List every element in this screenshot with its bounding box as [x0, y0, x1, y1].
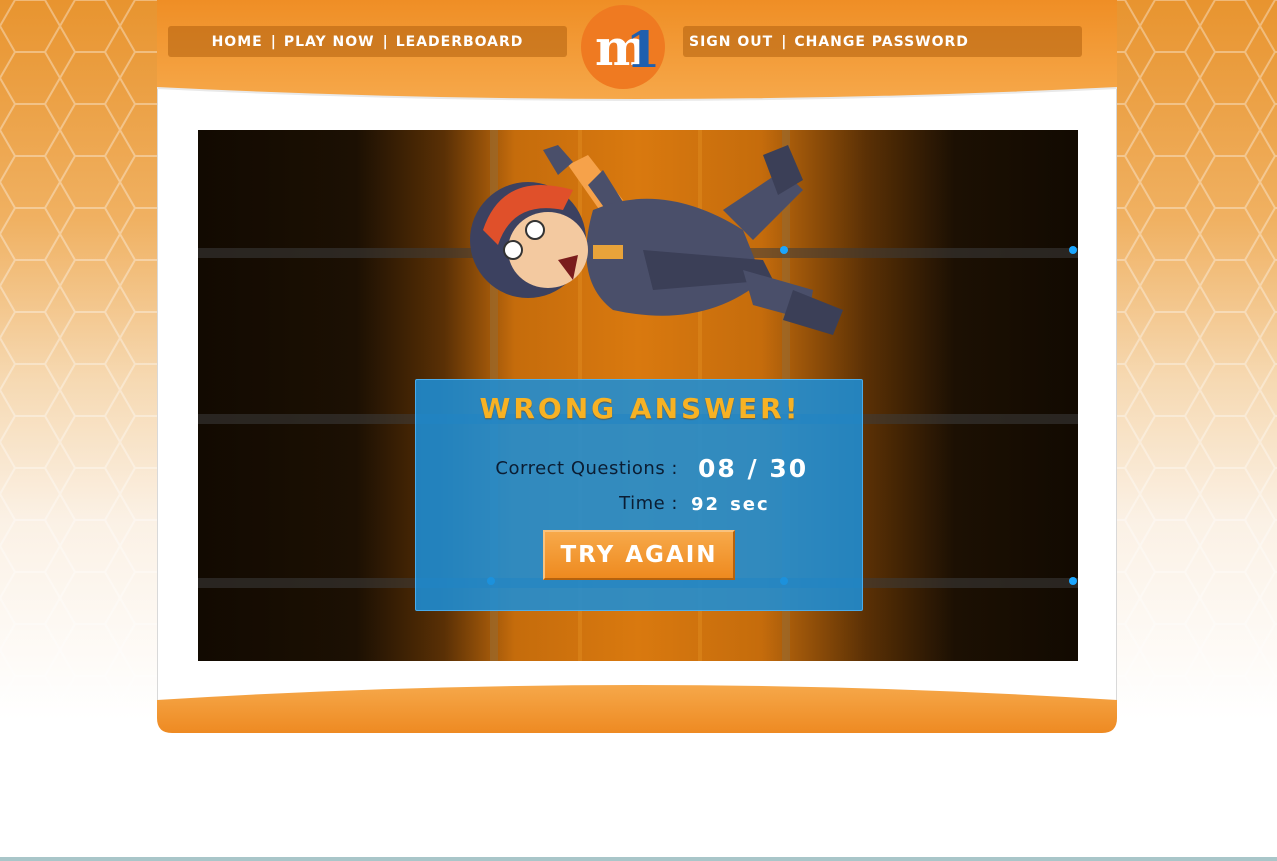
result-title: WRONG ANSWER!: [479, 392, 801, 425]
time-label: Time :: [619, 493, 678, 514]
time-value-group: 92 sec: [691, 494, 770, 515]
nav-leaderboard-link[interactable]: LEADERBOARD: [396, 34, 524, 50]
footer-banner: [157, 685, 1117, 733]
nav-separator: |: [270, 33, 276, 50]
main-nav: HOME | PLAY NOW | LEADERBOARD: [168, 26, 567, 57]
nav-home-link[interactable]: HOME: [212, 34, 263, 50]
correct-questions-value: 08 / 30: [698, 454, 809, 483]
m1-logo-icon[interactable]: m 1: [580, 4, 666, 90]
nav-play-now-link[interactable]: PLAY NOW: [284, 34, 375, 50]
time-unit: sec: [730, 494, 770, 515]
nav-separator: |: [382, 33, 388, 50]
nav-separator: |: [781, 33, 787, 50]
time-value: 92: [691, 494, 721, 515]
sign-out-link[interactable]: SIGN OUT: [689, 34, 773, 50]
svg-text:1: 1: [626, 20, 661, 79]
footer-divider: [0, 857, 1277, 861]
account-nav: SIGN OUT | CHANGE PASSWORD: [683, 26, 1082, 57]
try-again-button[interactable]: TRY AGAIN: [543, 530, 735, 580]
astronaut-character-icon: [470, 145, 843, 335]
change-password-link[interactable]: CHANGE PASSWORD: [794, 34, 969, 50]
result-panel: WRONG ANSWER! Correct Questions : 08 / 3…: [415, 379, 863, 611]
correct-questions-label: Correct Questions :: [495, 458, 678, 479]
